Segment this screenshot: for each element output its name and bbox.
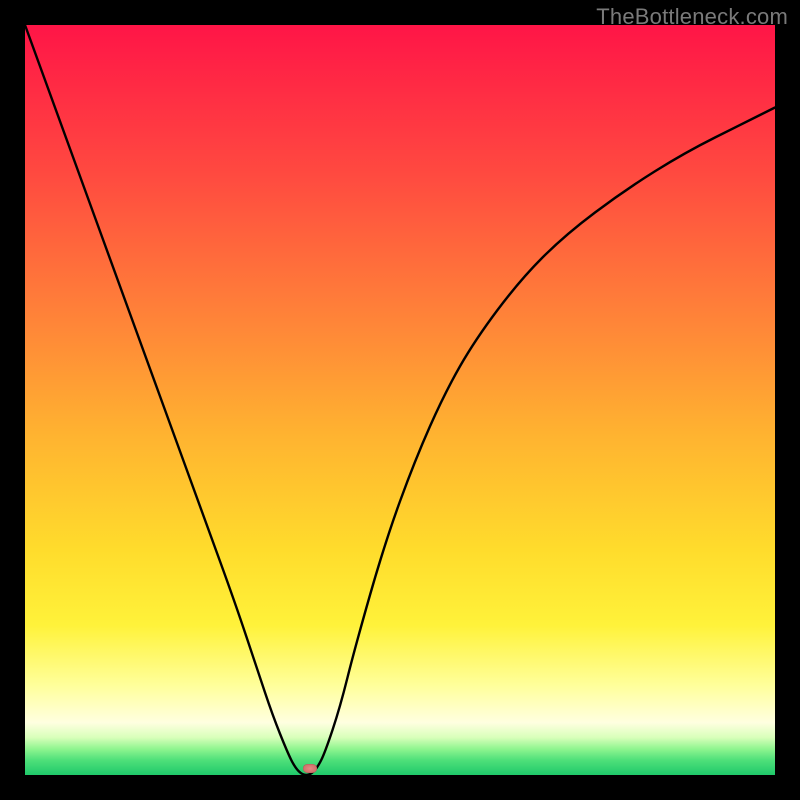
- chart-frame: TheBottleneck.com: [0, 0, 800, 800]
- plot-area: [25, 25, 775, 775]
- min-marker: [303, 764, 317, 773]
- curve-path: [25, 25, 775, 775]
- bottleneck-curve: [25, 25, 775, 775]
